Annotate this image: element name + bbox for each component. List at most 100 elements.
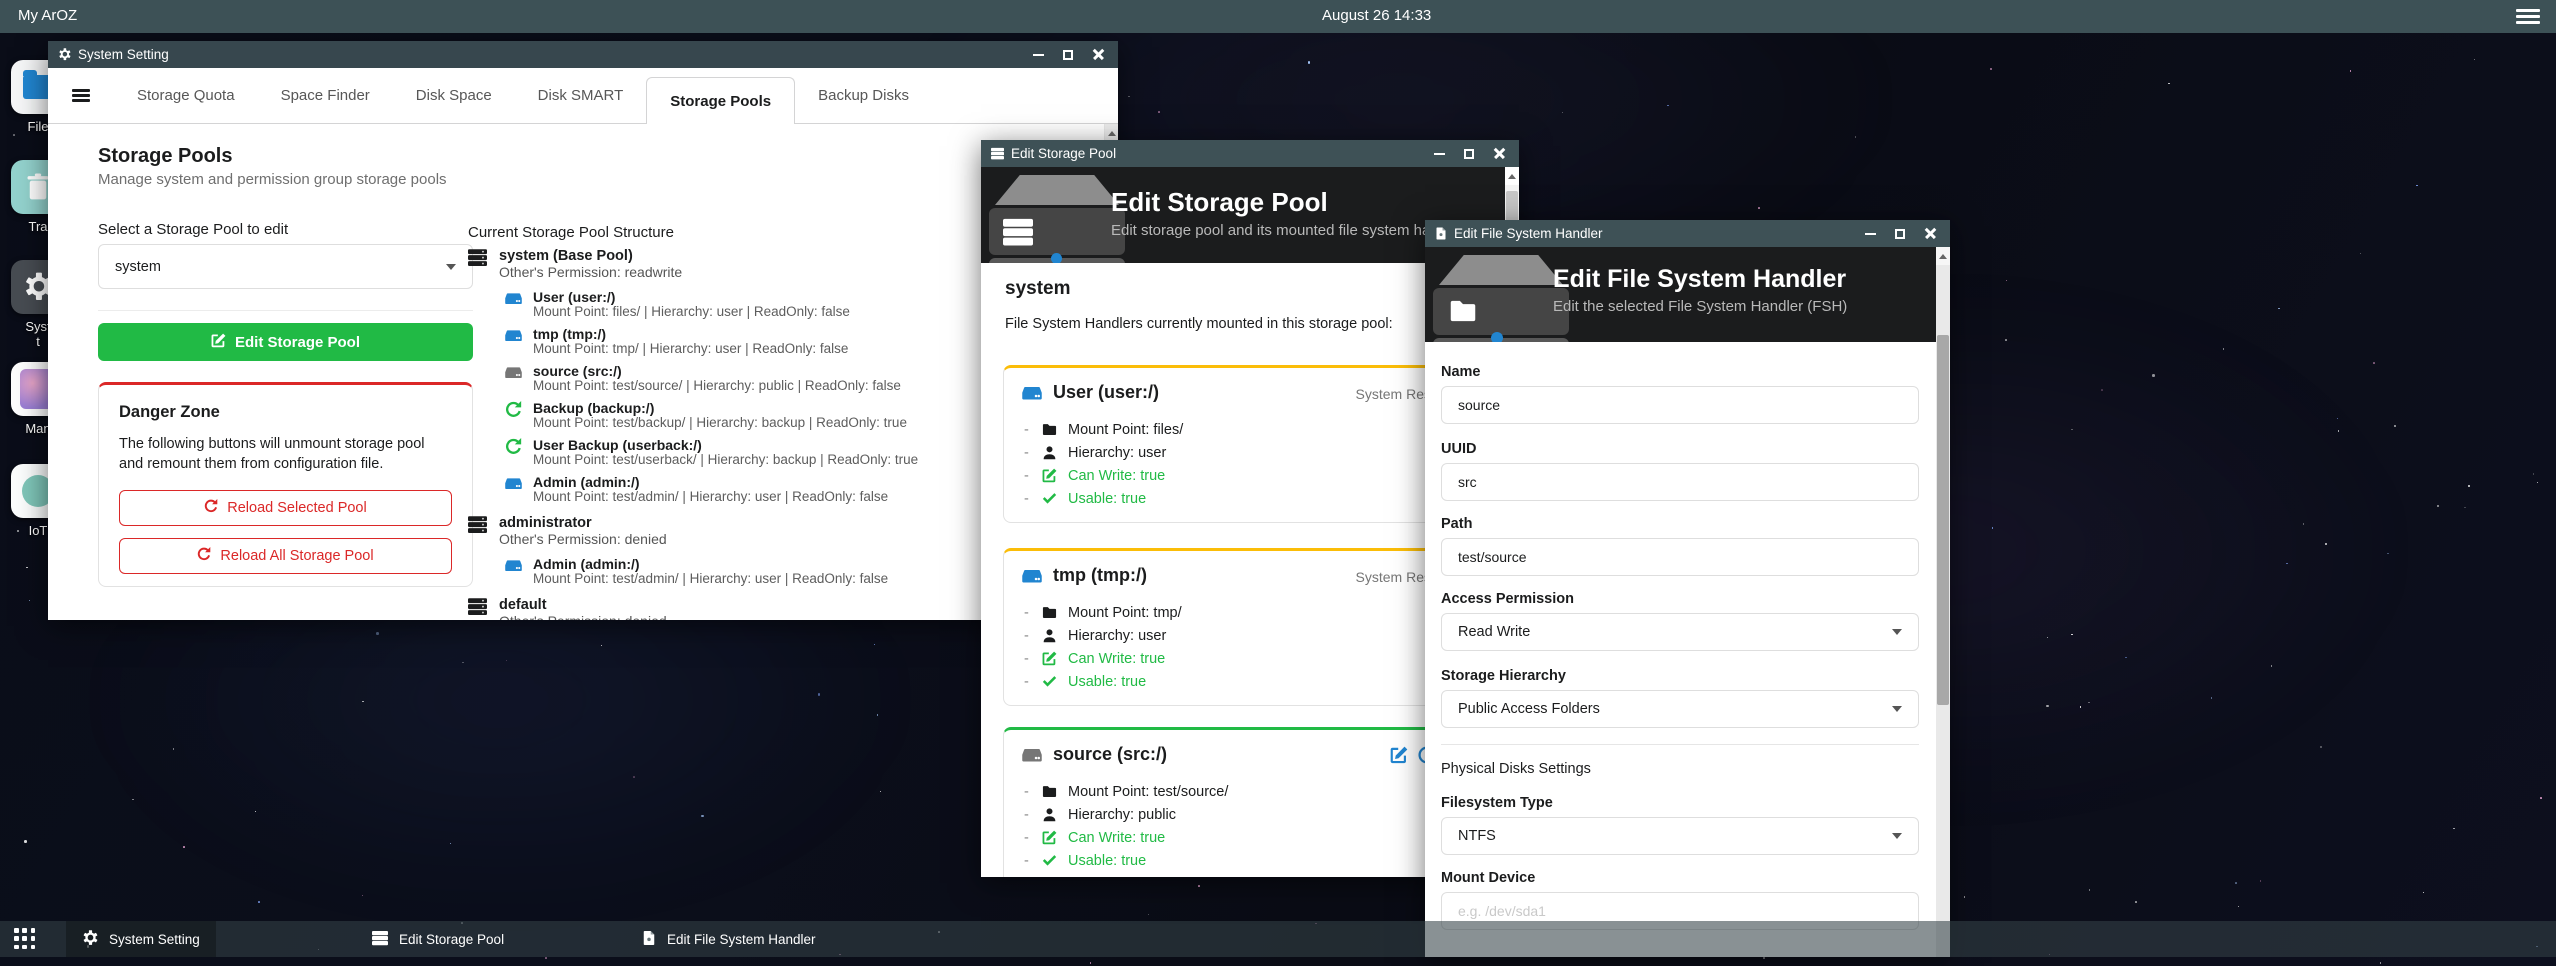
fsh-property: -Can Write: true: [1024, 826, 1228, 849]
edit-storage-pool-titlebar[interactable]: Edit Storage Pool: [981, 140, 1519, 167]
tab-storage-quota[interactable]: Storage Quota: [114, 68, 258, 123]
fsh-property: -Hierarchy: user: [1024, 624, 1182, 647]
sync-green-icon: [505, 401, 522, 418]
edit-fsh-titlebar[interactable]: Edit File System Handler: [1425, 220, 1950, 247]
fsh-property: -Mount Point: files/: [1024, 418, 1183, 441]
fsh-property: -Usable: true: [1024, 670, 1182, 693]
fsh-card-tmp: tmp (tmp:/) System Reserved -Mount Point…: [1003, 548, 1483, 706]
fsh-property: -Usable: true: [1024, 487, 1183, 510]
edit-icon: [211, 333, 226, 352]
hdd-gray-icon: [1022, 745, 1042, 765]
system-setting-titlebar[interactable]: System Setting: [48, 41, 1118, 68]
storage-hierarchy-label: Storage Hierarchy: [1441, 668, 1566, 684]
pool-select-label: Select a Storage Pool to edit: [98, 221, 288, 238]
tab-disk-space[interactable]: Disk Space: [393, 68, 515, 123]
menu-hamburger-icon[interactable]: [72, 89, 90, 102]
maximize-button[interactable]: [1888, 224, 1912, 244]
structure-title: Current Storage Pool Structure: [468, 224, 674, 241]
reload-all-storage-pool-button[interactable]: Reload All Storage Pool: [119, 538, 452, 574]
drive-led-dot: [1051, 253, 1062, 263]
divider: [98, 310, 473, 311]
check-icon: [1042, 491, 1057, 506]
minimize-button[interactable]: [1427, 144, 1451, 164]
server-icon: [468, 597, 487, 616]
file-icon: [1435, 227, 1447, 240]
app-grid-icon[interactable]: [14, 928, 36, 950]
folder-icon: [1042, 784, 1057, 799]
name-label: Name: [1441, 364, 1481, 380]
folder-icon: [1042, 422, 1057, 437]
brand-label: My ArOZ: [18, 7, 77, 24]
close-button[interactable]: [1086, 45, 1110, 65]
hdd-blue-icon: [505, 475, 522, 492]
uuid-label: UUID: [1441, 441, 1476, 457]
tab-backup-disks[interactable]: Backup Disks: [795, 68, 932, 123]
banner-subtitle: Edit the selected File System Handler (F…: [1553, 298, 1847, 315]
uuid-field[interactable]: [1441, 463, 1919, 501]
hdd-blue-icon: [505, 327, 522, 344]
fsh-card-user: User (user:/) System Reserved -Mount Poi…: [1003, 365, 1483, 523]
taskbar: System Setting Edit Storage Pool Edit Fi…: [0, 921, 2556, 957]
hdd-blue-icon: [505, 290, 522, 307]
scrollbar[interactable]: [1936, 247, 1950, 957]
minimize-button[interactable]: [1858, 224, 1882, 244]
fsh-property: -Can Write: true: [1024, 464, 1183, 487]
path-label: Path: [1441, 516, 1472, 532]
access-permission-dropdown[interactable]: Read Write: [1441, 613, 1919, 651]
edit-icon[interactable]: [1390, 746, 1408, 764]
page-subtitle: Manage system and permission group stora…: [98, 171, 447, 188]
chevron-down-icon: [446, 264, 456, 270]
maximize-button[interactable]: [1056, 45, 1080, 65]
minimize-button[interactable]: [1026, 45, 1050, 65]
scroll-up-icon[interactable]: [1505, 167, 1519, 185]
window-title: Edit Storage Pool: [1011, 146, 1116, 161]
chevron-down-icon: [1892, 706, 1902, 712]
filesystem-type-dropdown[interactable]: NTFS: [1441, 817, 1919, 855]
tab-disk-smart[interactable]: Disk SMART: [515, 68, 647, 123]
folder-icon: [1449, 297, 1477, 330]
physical-disks-settings-label: Physical Disks Settings: [1441, 761, 1591, 777]
close-button[interactable]: [1918, 224, 1942, 244]
fsh-card-title: source (src:/): [1053, 744, 1167, 765]
name-field[interactable]: [1441, 386, 1919, 424]
close-button[interactable]: [1487, 144, 1511, 164]
taskbar-item-system-setting[interactable]: System Setting: [66, 921, 216, 957]
edit-icon: [1042, 468, 1057, 483]
fsh-card-title: User (user:/): [1053, 382, 1159, 403]
edit-storage-pool-button[interactable]: Edit Storage Pool: [98, 323, 473, 361]
banner-subtitle: Edit storage pool and its mounted file s…: [1111, 222, 1471, 239]
file-icon: [642, 930, 656, 949]
sync-icon: [197, 547, 211, 565]
server-graphic: [995, 175, 1119, 205]
server-icon: [991, 147, 1004, 160]
hdd-blue-icon: [505, 557, 522, 574]
window-title: System Setting: [78, 47, 169, 62]
hamburger-icon[interactable]: [2516, 9, 2540, 25]
scroll-up-icon[interactable]: [1936, 247, 1950, 265]
taskbar-item-edit-storage-pool[interactable]: Edit Storage Pool: [356, 921, 520, 957]
storage-hierarchy-dropdown[interactable]: Public Access Folders: [1441, 690, 1919, 728]
storage-pool-dropdown[interactable]: system: [98, 244, 473, 289]
fsh-property: -Usable: true: [1024, 849, 1228, 872]
edit-fsh-banner: Edit File System Handler Edit the select…: [1425, 247, 1950, 342]
user-icon: [1042, 628, 1057, 643]
danger-zone-panel: Danger Zone The following buttons will u…: [98, 382, 473, 587]
fsh-property: -Hierarchy: user: [1024, 441, 1183, 464]
mounted-fsh-intro: File System Handlers currently mounted i…: [1005, 316, 1393, 332]
scrollbar-thumb[interactable]: [1937, 335, 1949, 705]
pool-name-heading: system: [1005, 278, 1071, 300]
storage-pool-dropdown-value: system: [115, 259, 161, 275]
path-field[interactable]: [1441, 538, 1919, 576]
taskbar-item-edit-file-system-handler[interactable]: Edit File System Handler: [626, 921, 832, 957]
maximize-button[interactable]: [1457, 144, 1481, 164]
filesystem-type-value: NTFS: [1458, 828, 1496, 844]
tab-space-finder[interactable]: Space Finder: [258, 68, 393, 123]
window-title: Edit File System Handler: [1454, 226, 1603, 241]
window-system-setting: System Setting Storage Quota Space Finde…: [48, 41, 1118, 620]
tab-storage-pools[interactable]: Storage Pools: [646, 77, 795, 124]
fsh-card-title: tmp (tmp:/): [1053, 565, 1147, 586]
reload-selected-pool-button[interactable]: Reload Selected Pool: [119, 490, 452, 526]
fsh-property: -Hierarchy: public: [1024, 803, 1228, 826]
hdd-blue-icon: [1022, 383, 1042, 403]
mount-device-label: Mount Device: [1441, 870, 1535, 886]
